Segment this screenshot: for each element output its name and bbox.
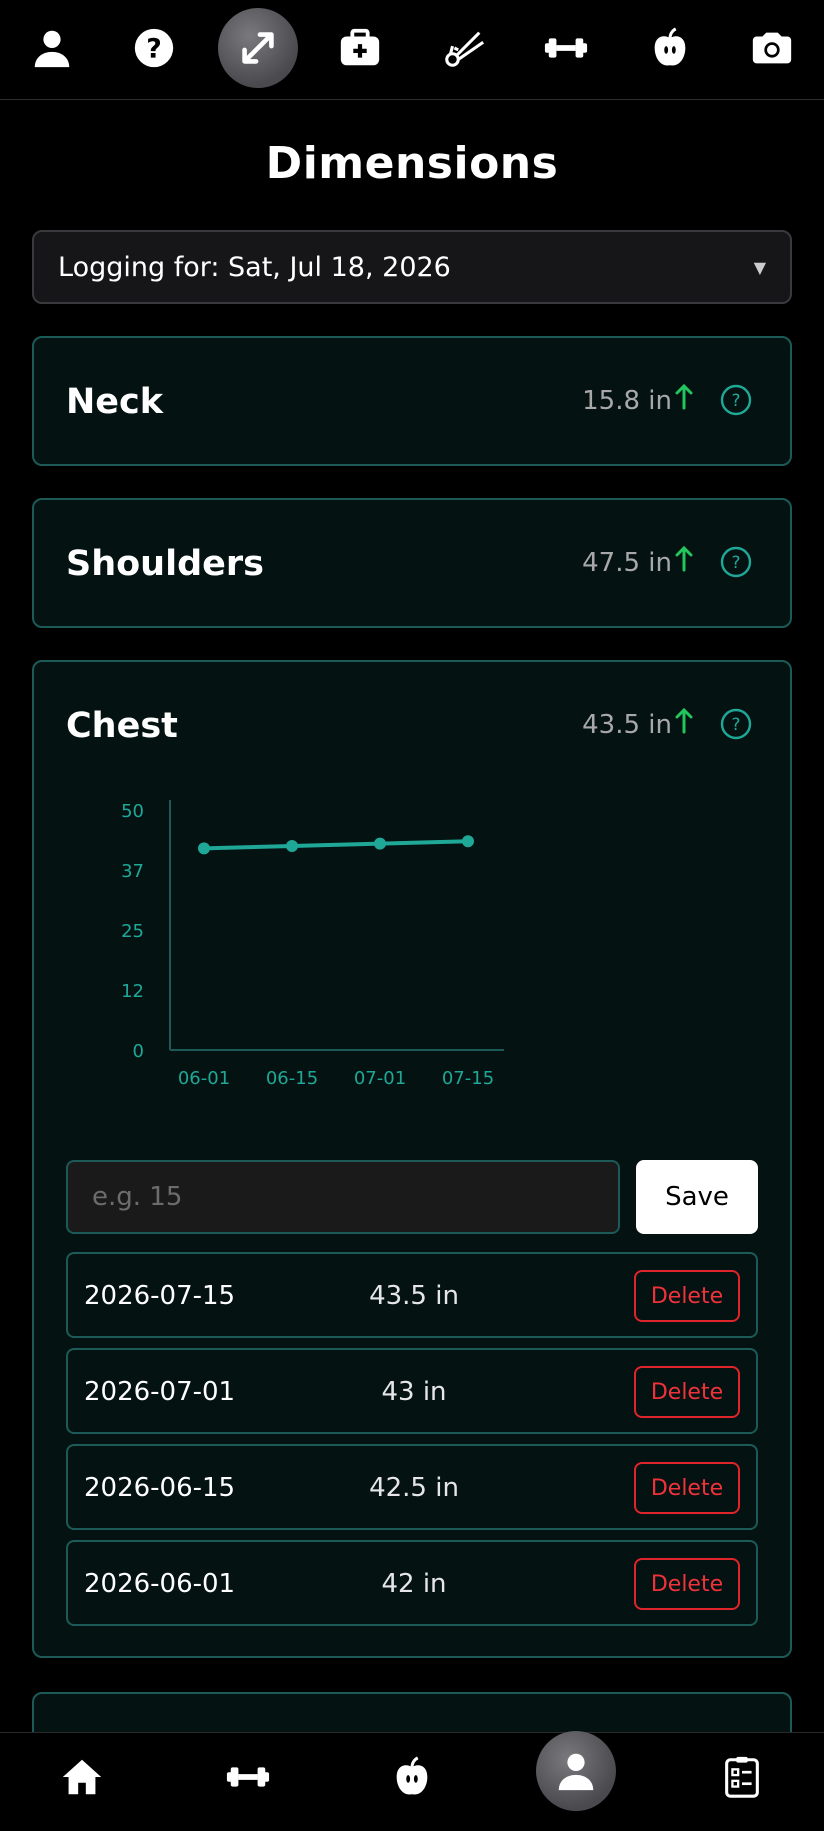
- save-button[interactable]: Save: [636, 1160, 758, 1234]
- dumbbell-icon[interactable]: [526, 8, 606, 88]
- chest-line-chart: 50 37 25 12 0 06-01 06-15 07-01 07-15: [121, 800, 504, 1089]
- profile-icon[interactable]: [12, 8, 92, 88]
- arrow-up-icon: [675, 545, 693, 572]
- delete-button[interactable]: Delete: [634, 1558, 740, 1610]
- help-icon[interactable]: ?: [720, 546, 752, 578]
- top-nav: ?: [0, 0, 824, 100]
- medical-kit-icon[interactable]: [320, 8, 400, 88]
- help-icon[interactable]: ?: [114, 8, 194, 88]
- camera-icon[interactable]: [732, 8, 812, 88]
- arrow-up-icon: [675, 707, 693, 734]
- measurement-card-chest: Chest 43.5 in ? 50 37 25 12 0 06-01 06-15 07-01…: [32, 660, 792, 1658]
- chart-x-tick-label: 06-15: [266, 1068, 318, 1089]
- delete-button[interactable]: Delete: [634, 1270, 740, 1322]
- measurement-title: Neck: [66, 382, 164, 422]
- svg-text:?: ?: [731, 553, 740, 573]
- log-entry-row: 2026-06-01 42 in Delete: [66, 1540, 758, 1626]
- home-icon[interactable]: [42, 1737, 122, 1817]
- svg-text:?: ?: [731, 715, 740, 735]
- chart-data-point: [198, 842, 210, 855]
- chart-x-tick-label: 07-15: [442, 1068, 494, 1089]
- chart-y-tick-label: 12: [121, 981, 144, 1002]
- log-entry-row: 2026-07-15 43.5 in Delete: [66, 1252, 758, 1338]
- chart-y-tick-label: 37: [121, 861, 144, 882]
- log-entry-row: 2026-07-01 43 in Delete: [66, 1348, 758, 1434]
- caliper-icon[interactable]: [424, 8, 504, 88]
- arrow-up-icon: [675, 383, 693, 410]
- date-select-label: Logging for: Sat, Jul 18, 2026: [58, 251, 451, 283]
- measurement-input[interactable]: [66, 1160, 620, 1234]
- dumbbell-icon[interactable]: [208, 1737, 288, 1817]
- bottom-nav: [0, 1731, 824, 1831]
- dimensions-icon[interactable]: [218, 8, 298, 88]
- chevron-down-icon: ▼: [753, 257, 766, 277]
- chart-series-line: [203, 839, 469, 851]
- chart-data-point: [286, 840, 298, 852]
- chart-data-point: [374, 837, 386, 850]
- log-entry-row: 2026-06-15 42.5 in Delete: [66, 1444, 758, 1530]
- chart-data-point: [462, 835, 474, 848]
- svg-text:?: ?: [146, 34, 162, 65]
- help-icon[interactable]: ?: [720, 708, 752, 740]
- measurement-title: Shoulders: [66, 544, 264, 584]
- measurement-value: 15.8 in: [582, 386, 672, 416]
- chart-x-tick-label: 07-01: [354, 1068, 406, 1089]
- measurement-title: Chest: [66, 706, 178, 746]
- delete-button[interactable]: Delete: [634, 1366, 740, 1418]
- profile-icon[interactable]: [536, 1731, 616, 1811]
- chart-x-tick-label: 06-01: [178, 1068, 230, 1089]
- checklist-icon[interactable]: [702, 1737, 782, 1817]
- chart-y-tick-label: 50: [121, 801, 144, 822]
- measurement-card-neck[interactable]: Neck 15.8 in ?: [32, 336, 792, 466]
- chart-y-tick-label: 25: [121, 921, 144, 942]
- chart-y-tick-label: 0: [133, 1041, 144, 1062]
- apple-icon[interactable]: [372, 1737, 452, 1817]
- help-icon[interactable]: ?: [720, 384, 752, 416]
- measurement-value: 43.5 in: [582, 710, 672, 740]
- measurement-card-shoulders[interactable]: Shoulders 47.5 in ?: [32, 498, 792, 628]
- delete-button[interactable]: Delete: [634, 1462, 740, 1514]
- apple-icon[interactable]: [630, 8, 710, 88]
- page-title: Dimensions: [265, 138, 559, 189]
- measurement-value: 47.5 in: [582, 548, 672, 578]
- svg-text:?: ?: [731, 391, 740, 411]
- date-select[interactable]: Logging for: Sat, Jul 18, 2026 ▼: [32, 230, 792, 304]
